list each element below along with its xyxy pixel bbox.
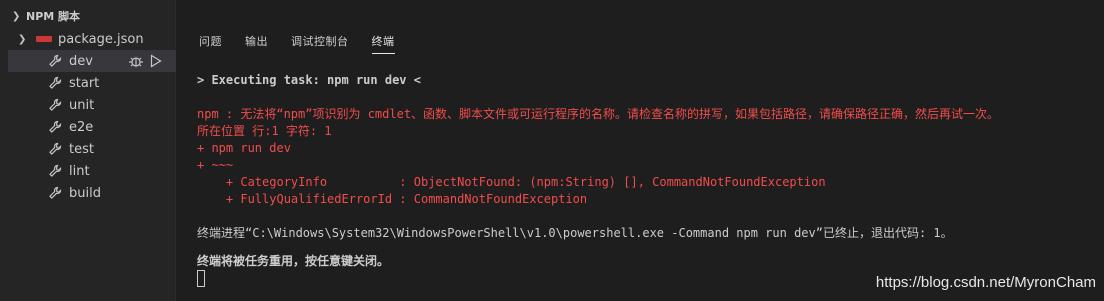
script-item-lint[interactable]: lint (8, 160, 176, 182)
wrench-icon (49, 186, 62, 199)
watermark: https://blog.csdn.net/MyronCham (875, 274, 1096, 291)
error-line: + CategoryInfo : ObjectNotFound: (npm:St… (197, 175, 826, 189)
wrench-icon (49, 120, 62, 133)
wrench-icon (49, 164, 62, 177)
section-title: NPM 脚本 (26, 10, 81, 23)
npm-icon (36, 36, 52, 42)
task-line: > Executing task: npm run dev < (197, 73, 421, 87)
explorer-sidebar: ❯ NPM 脚本 ❯ package.json dev start unit e… (0, 0, 176, 301)
wrench-icon (49, 142, 62, 155)
tab-problems[interactable]: 问题 (199, 33, 222, 54)
chevron-down-icon: ❯ (18, 33, 27, 45)
error-line: + ~~~ (197, 158, 234, 172)
terminal-cursor (197, 270, 205, 287)
package-label: package.json (58, 31, 144, 47)
debug-icon[interactable] (128, 53, 144, 69)
script-label: e2e (69, 119, 94, 135)
error-line: npm : 无法将“npm”项识别为 cmdlet、函数、脚本文件或可运行程序的… (197, 107, 1000, 121)
wrench-icon (49, 76, 62, 89)
script-item-unit[interactable]: unit (8, 94, 176, 116)
error-line: + FullyQualifiedErrorId : CommandNotFoun… (197, 192, 588, 206)
npm-scripts-section-header[interactable]: ❯ NPM 脚本 (0, 6, 176, 26)
script-label: lint (69, 163, 90, 179)
script-item-dev[interactable]: dev (8, 50, 176, 72)
run-icon[interactable] (150, 54, 162, 68)
chevron-down-icon: ❯ (12, 10, 21, 22)
script-label: unit (69, 97, 95, 113)
wrench-icon (49, 98, 62, 111)
error-line: + npm run dev (197, 141, 291, 155)
script-label: start (69, 75, 100, 91)
error-line: 所在位置 行:1 字符: 1 (197, 124, 332, 138)
script-label: build (69, 185, 101, 201)
script-item-build[interactable]: build (8, 182, 176, 204)
script-item-e2e[interactable]: e2e (8, 116, 176, 138)
tab-debug-console[interactable]: 调试控制台 (291, 33, 349, 54)
script-label: dev (69, 53, 93, 69)
package-json-item[interactable]: ❯ package.json (8, 28, 176, 50)
script-item-test[interactable]: test (8, 138, 176, 160)
wrench-icon (49, 54, 62, 67)
tab-terminal[interactable]: 终端 (371, 33, 395, 54)
bottom-panel: 问题 输出 调试控制台 终端 > Executing task: npm run… (177, 0, 1104, 301)
script-item-start[interactable]: start (8, 72, 176, 94)
reuse-line: 终端将被任务重用，按任意键关闭。 (197, 254, 390, 268)
terminal-output[interactable]: > Executing task: npm run dev < npm : 无法将… (197, 72, 1104, 287)
panel-tabs: 问题 输出 调试控制台 终端 (199, 33, 418, 54)
exit-line: 终端进程“C:\Windows\System32\WindowsPowerShe… (197, 226, 953, 240)
script-label: test (69, 141, 94, 157)
tab-output[interactable]: 输出 (245, 33, 268, 54)
